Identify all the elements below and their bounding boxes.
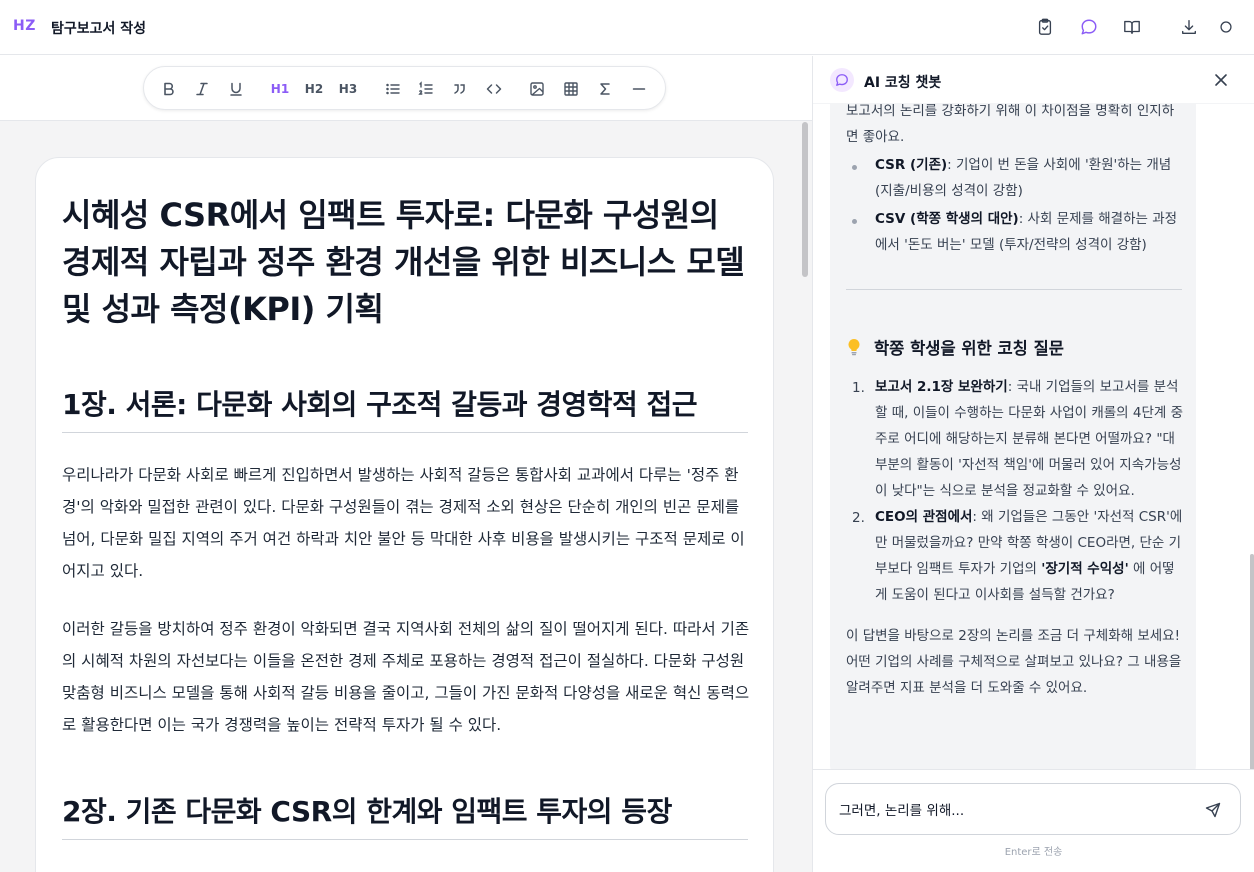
divider: [846, 289, 1182, 290]
download-icon[interactable]: [1179, 17, 1199, 37]
chat-scrollbar[interactable]: [1250, 554, 1254, 769]
intro-text: 보고서의 논리를 강화하기 위해 이 차이점을 명확히 인지하면 좋아요.: [846, 104, 1175, 145]
document-heading[interactable]: 시혜성 CSR에서 임팩트 투자로: 다문화 구성원의 경제적 자립과 정주 환…: [62, 192, 752, 333]
horizontal-rule-button[interactable]: [629, 79, 649, 99]
send-icon[interactable]: [1202, 799, 1224, 821]
coaching-question-2: CEO의 관점에서: 왜 기업들은 그동안 '자선적 CSR'에만 머물렀을까요…: [875, 509, 1183, 603]
lightbulb-icon: [848, 338, 860, 356]
underline-button[interactable]: [226, 79, 246, 99]
image-button[interactable]: [527, 79, 547, 99]
clipboard-check-icon[interactable]: [1035, 17, 1055, 37]
book-open-icon[interactable]: [1122, 17, 1142, 37]
document-title: 탐구보고서 작성: [51, 21, 147, 37]
document-page[interactable]: 시혜성 CSR에서 임팩트 투자로: 다문화 구성원의 경제적 자립과 정주 환…: [35, 157, 774, 872]
closing-text: 이 답변을 바탕으로 2장의 논리를 조금 더 구체화해 보세요! 어떤 기업의…: [846, 628, 1182, 696]
sigma-button[interactable]: [595, 79, 615, 99]
bold-button[interactable]: [159, 79, 179, 99]
chat-input[interactable]: [839, 798, 1189, 820]
section1-paragraph1[interactable]: 우리나라가 다문화 사회로 빠르게 진입하면서 발생하는 사회적 갈등은 통합사…: [62, 459, 752, 587]
bullet-csv: CSV (학쫑 학생의 대안): 사회 문제를 해결하는 과정에서 '돈도 버는…: [875, 211, 1178, 253]
italic-button[interactable]: [192, 79, 212, 99]
section1-paragraph2[interactable]: 이러한 갈등을 방치하여 정주 환경이 악화되면 결국 지역사회 전체의 삶의 …: [62, 613, 752, 741]
chat-title: AI 코칭 챗봇: [864, 75, 942, 91]
app-logo[interactable]: HZ: [13, 18, 36, 34]
top-bar: HZ 탐구보고서 작성: [0, 0, 1254, 55]
section1-heading[interactable]: 1장. 서론: 다문화 사회의 구조적 갈등과 경영학적 접근: [62, 383, 748, 433]
toolbar-band: H1 H2 H3: [0, 56, 812, 121]
send-hint: Enter로 전송: [1004, 847, 1063, 858]
chat-header: AI 코칭 챗봇: [813, 56, 1254, 104]
chat-bubble-icon[interactable]: [1079, 17, 1099, 37]
heading1-button[interactable]: H1: [270, 79, 290, 99]
section2-heading[interactable]: 2장. 기존 다문화 CSR의 한계와 임팩트 투자의 등장: [62, 790, 748, 840]
heading3-button[interactable]: H3: [338, 79, 358, 99]
bullet-dot: [852, 219, 857, 224]
code-button[interactable]: [484, 79, 504, 99]
editor-area: H1 H2 H3 시혜성 CSR에서 임팩트 투자로: 다문화 구성원의 경제적…: [0, 56, 812, 872]
assistant-message: 보고서의 논리를 강화하기 위해 이 차이점을 명확히 인지하면 좋아요. CS…: [830, 104, 1196, 769]
bullet-list-button[interactable]: [383, 79, 403, 99]
bullet-dot: [852, 165, 857, 170]
ordered-list-button[interactable]: [416, 79, 436, 99]
heading2-button[interactable]: H2: [304, 79, 324, 99]
question-number: 1.: [852, 380, 865, 396]
bullet-csr: CSR (기존): 기업이 번 돈을 사회에 '환원'하는 개념 (지출/비용의…: [875, 157, 1172, 199]
chat-panel: AI 코칭 챗봇 보고서의 논리를 강화하기 위해 이 차이점을 명확히 인지하…: [813, 56, 1254, 872]
chat-messages[interactable]: 보고서의 논리를 강화하기 위해 이 차이점을 명확히 인지하면 좋아요. CS…: [813, 104, 1254, 769]
chat-input-box[interactable]: [825, 783, 1241, 835]
format-toolbar: H1 H2 H3: [143, 66, 666, 110]
chat-footer: Enter로 전송: [813, 769, 1254, 872]
circle-icon[interactable]: [1216, 17, 1236, 37]
chat-bot-icon: [830, 68, 854, 92]
coaching-heading: 학쫑 학생을 위한 코칭 질문: [846, 335, 1064, 359]
quote-button[interactable]: [450, 79, 470, 99]
table-button[interactable]: [561, 79, 581, 99]
close-icon[interactable]: [1211, 70, 1231, 90]
coaching-question-1: 보고서 2.1장 보완하기: 국내 기업들의 보고서를 분석할 때, 이들이 수…: [875, 379, 1184, 499]
editor-scrollbar[interactable]: [802, 122, 808, 277]
question-number: 2.: [852, 510, 865, 526]
